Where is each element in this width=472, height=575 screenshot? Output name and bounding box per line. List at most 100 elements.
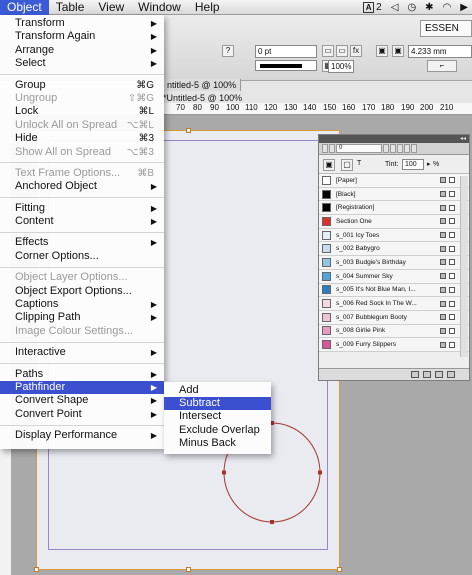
menu-item-convert-shape[interactable]: Convert Shape ▶ — [0, 394, 164, 407]
panel-tab[interactable] — [404, 144, 410, 153]
wifi-icon[interactable]: ◠ — [443, 2, 452, 13]
swatch-scrollbar[interactable] — [460, 176, 468, 357]
process-colour-icon — [449, 341, 455, 348]
swatch-row[interactable]: s_003 Budgie's Birthday — [319, 256, 469, 270]
menu-item-convert-point[interactable]: Convert Point ▶ — [0, 408, 164, 421]
menu-item-object-export-options[interactable]: Object Export Options... — [0, 285, 164, 298]
menu-help[interactable]: Help — [188, 0, 227, 15]
menu-object[interactable]: Object — [0, 0, 49, 15]
menu-item-clipping-path[interactable]: Clipping Path ▶ — [0, 311, 164, 324]
submenu-item-intersect[interactable]: Intersect — [164, 410, 271, 423]
frame-handle[interactable] — [186, 128, 191, 133]
fx-icon[interactable]: fx — [350, 45, 362, 57]
tint-field[interactable]: 100 — [402, 159, 424, 170]
align-center-icon[interactable]: ▭ — [336, 45, 348, 57]
panel-tab-swatches[interactable]: 0 — [336, 144, 382, 153]
volume-icon[interactable]: ◁ — [391, 2, 399, 13]
container-icon[interactable]: ▢ — [341, 159, 353, 171]
fit-content-icon[interactable]: ▣ — [392, 45, 404, 57]
swatch-row[interactable]: s_008 Girlie Pink — [319, 324, 469, 339]
swatch-name: s_006 Red Sock In The W... — [336, 300, 417, 308]
panel-tab[interactable] — [322, 144, 328, 153]
panel-tab[interactable] — [397, 144, 403, 153]
ruler-tick: 70 — [176, 103, 185, 112]
menu-item-interactive[interactable]: Interactive ▶ — [0, 346, 164, 359]
show-colour-swatches-icon[interactable] — [423, 371, 431, 378]
swatch-name: s_007 Bubblegum Booty — [336, 313, 407, 321]
menu-item-lock[interactable]: Lock ⌘L — [0, 105, 164, 118]
menu-separator — [0, 266, 164, 268]
swatch-row[interactable]: s_004 Summer Sky — [319, 269, 469, 284]
show-all-swatches-icon[interactable] — [411, 371, 419, 378]
tint-slider-arrow-icon[interactable]: ▸ — [427, 160, 431, 168]
swatch-row[interactable]: s_001 Icy Toes — [319, 228, 469, 243]
process-colour-icon — [449, 177, 455, 184]
menu-item-arrange[interactable]: Arrange ▶ — [0, 44, 164, 57]
swatch-row[interactable]: s_006 Red Sock In The W... — [319, 297, 469, 311]
submenu-item-add[interactable]: Add — [164, 384, 271, 397]
swatch-chip — [322, 230, 331, 240]
menu-item-hide[interactable]: Hide ⌘3 — [0, 132, 164, 145]
panel-tab[interactable] — [411, 144, 417, 153]
submenu-arrow-icon: ▶ — [150, 382, 157, 392]
corner-shape-select[interactable]: ⌐ — [427, 60, 457, 72]
menu-item-transform-again[interactable]: Transform Again ▶ — [0, 30, 164, 43]
new-swatch-icon[interactable] — [435, 371, 443, 378]
menu-window[interactable]: Window — [131, 0, 188, 15]
opacity-field[interactable]: 100% — [328, 60, 354, 73]
frame-handle[interactable] — [337, 567, 342, 572]
frame-handle[interactable] — [186, 567, 191, 572]
menu-item-paths[interactable]: Paths ▶ — [0, 368, 164, 381]
frame-handle[interactable] — [34, 567, 39, 572]
panel-tab[interactable] — [329, 144, 335, 153]
menu-item-content[interactable]: Content ▶ — [0, 215, 164, 228]
time-machine-icon[interactable]: ◷ — [407, 2, 416, 13]
menu-item-anchored-object[interactable]: Anchored Object ▶ — [0, 180, 164, 193]
panel-tab[interactable] — [390, 144, 396, 153]
panel-titlebar[interactable]: ◂◂ — [319, 135, 469, 143]
menu-item-corner-options[interactable]: Corner Options... — [0, 250, 164, 263]
text-format-icon[interactable]: T — [357, 160, 361, 167]
stroke-type-select[interactable] — [255, 60, 317, 71]
menu-item-select[interactable]: Select ▶ — [0, 57, 164, 70]
adobe-updates-icon[interactable]: A2 — [363, 2, 382, 13]
gap-field[interactable]: 4.233 mm — [408, 45, 472, 58]
workspace-switcher[interactable]: ESSEN — [420, 20, 472, 37]
submenu-arrow-icon: ▶ — [150, 19, 157, 28]
delete-swatch-icon[interactable] — [447, 371, 455, 378]
swatch-row[interactable]: s_007 Bubblegum Booty — [319, 310, 469, 325]
submenu-item-subtract[interactable]: Subtract — [164, 397, 271, 411]
swatch-row[interactable]: s_005 It's Not Blue Man, I... — [319, 283, 469, 298]
menu-view[interactable]: View — [91, 0, 131, 15]
menu-item-pathfinder[interactable]: Pathfinder ▶ — [0, 380, 164, 395]
swatch-row[interactable]: s_009 Furry Slippers — [319, 338, 469, 352]
submenu-item-exclude-overlap[interactable]: Exclude Overlap — [164, 424, 271, 437]
swatch-row[interactable]: Section One — [319, 215, 469, 229]
bluetooth-icon[interactable]: ✱ — [425, 2, 433, 13]
flag-icon[interactable]: ▶ — [460, 2, 468, 13]
menu-item-group[interactable]: Group ⌘G — [0, 79, 164, 92]
frame-fitting-icon[interactable]: ▣ — [376, 45, 388, 57]
align-left-icon[interactable]: ▭ — [322, 45, 334, 57]
menu-item-fitting[interactable]: Fitting ▶ — [0, 202, 164, 215]
menu-item-label: Content — [15, 215, 54, 228]
fill-stroke-icon[interactable]: ▣ — [323, 159, 335, 171]
menu-item-display-performance[interactable]: Display Performance ▶ — [0, 429, 164, 442]
document-tab[interactable]: ntitled-5 @ 100% — [163, 79, 242, 91]
stroke-weight-field[interactable]: 0 pt — [255, 45, 317, 58]
swatch-name: s_009 Furry Slippers — [336, 341, 396, 349]
menu-item-captions[interactable]: Captions ▶ — [0, 298, 164, 311]
swatch-chip — [322, 216, 331, 226]
swatch-row[interactable]: s_002 Babygro — [319, 242, 469, 257]
swatch-row[interactable]: [Registration] — [319, 201, 469, 216]
menu-separator — [0, 363, 164, 365]
menu-table[interactable]: Table — [49, 0, 92, 15]
panel-tab[interactable] — [383, 144, 389, 153]
menu-item-effects[interactable]: Effects ▶ — [0, 236, 164, 249]
swatch-row[interactable]: [Black] — [319, 187, 469, 202]
swatch-row[interactable]: [Paper] — [319, 174, 469, 188]
menu-item-transform[interactable]: Transform ▶ — [0, 17, 164, 30]
submenu-arrow-icon: ▶ — [150, 32, 157, 42]
help-button[interactable]: ? — [222, 45, 234, 57]
submenu-item-minus-back[interactable]: Minus Back — [164, 437, 271, 450]
